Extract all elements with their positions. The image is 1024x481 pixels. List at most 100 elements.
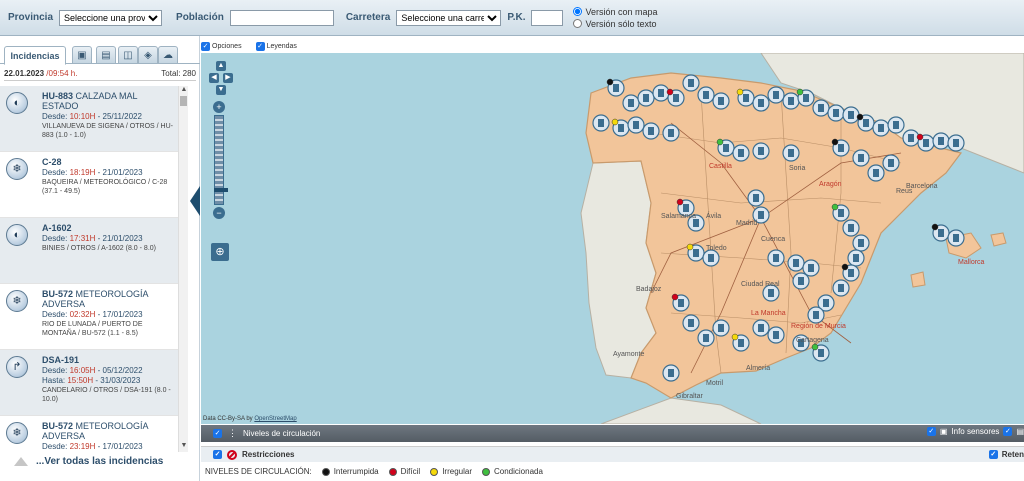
pan-down-icon[interactable]: ▼ xyxy=(216,85,226,95)
tab-book[interactable]: ◫ xyxy=(118,46,138,64)
tab-incidencias[interactable]: Incidencias xyxy=(4,46,66,65)
incident-marker-icon[interactable] xyxy=(811,343,830,362)
retenciones-checkbox[interactable]: ✓ xyxy=(988,450,998,459)
incident-marker-icon[interactable] xyxy=(782,144,800,162)
incident-marker-icon[interactable] xyxy=(637,89,655,107)
incident-marker-icon[interactable] xyxy=(662,124,680,142)
pan-right-icon[interactable]: ▶ xyxy=(223,73,233,83)
incident-marker-icon[interactable] xyxy=(932,132,950,150)
incident-marker-icon[interactable] xyxy=(622,94,640,112)
see-all-link[interactable]: ...Ver todas las incidencias xyxy=(14,456,163,467)
incident-marker-icon[interactable] xyxy=(671,293,690,312)
incident-marker-icon[interactable] xyxy=(712,92,730,110)
incident-marker-icon[interactable] xyxy=(736,88,755,107)
incident-marker-icon[interactable] xyxy=(642,122,660,140)
incident-item[interactable]: ◐ A-1602 Desde: 17:31H - 21/01/2023 BINIES… xyxy=(0,218,178,284)
incident-marker-icon[interactable] xyxy=(752,142,770,160)
incident-item[interactable]: ◐ HU-883 CALZADA MAL ESTADO Desde: 10:10H … xyxy=(0,86,178,152)
incident-marker-icon[interactable] xyxy=(841,263,860,282)
incident-marker-icon[interactable] xyxy=(856,113,875,132)
incident-item[interactable]: ❄ BU-572 METEOROLOGÍA ADVERSA Desde: 02:32… xyxy=(0,284,178,350)
incident-marker-icon[interactable] xyxy=(697,329,715,347)
incident-marker-icon[interactable] xyxy=(947,134,965,152)
incident-item[interactable]: ↱ DSA-191 Desde: 16:05H - 05/12/2022 Hasta… xyxy=(0,350,178,416)
poblacion-input[interactable] xyxy=(229,9,334,26)
zoom-in-icon[interactable]: + xyxy=(213,101,225,113)
incident-marker-icon[interactable] xyxy=(611,118,630,137)
incident-marker-icon[interactable] xyxy=(606,78,625,97)
incident-marker-icon[interactable] xyxy=(686,243,705,262)
incident-item[interactable]: ❄ C-28 Desde: 18:19H - 21/01/2023 BAQUEIRA… xyxy=(0,152,178,218)
incident-marker-icon[interactable] xyxy=(852,149,870,167)
carretera-select[interactable]: Seleccione una carretera xyxy=(396,9,502,26)
zoom-box-magnifier-icon[interactable]: ⊕ xyxy=(211,243,229,261)
incident-marker-icon[interactable] xyxy=(662,364,680,382)
incident-marker-icon[interactable] xyxy=(712,319,730,337)
pan-left-icon[interactable]: ◀ xyxy=(209,73,219,83)
zoom-out-icon[interactable]: − xyxy=(213,207,225,219)
incident-marker-icon[interactable] xyxy=(902,129,920,147)
incident-marker-icon[interactable] xyxy=(802,259,820,277)
pan-up-icon[interactable]: ▲ xyxy=(216,61,226,71)
incident-marker-icon[interactable] xyxy=(887,116,905,134)
incident-marker-icon[interactable] xyxy=(827,104,845,122)
incident-marker-icon[interactable] xyxy=(947,229,965,247)
incident-marker-icon[interactable] xyxy=(682,74,700,92)
incident-marker-icon[interactable] xyxy=(697,86,715,104)
incident-marker-icon[interactable] xyxy=(842,106,860,124)
incident-marker-icon[interactable] xyxy=(931,223,950,242)
incident-marker-icon[interactable] xyxy=(867,164,885,182)
openstreetmap-link[interactable]: OpenStreetMap xyxy=(254,416,296,422)
incident-marker-icon[interactable] xyxy=(916,133,935,152)
scroll-down-icon[interactable]: ▼ xyxy=(179,442,189,452)
collapse-panel-arrow-icon[interactable] xyxy=(190,186,200,216)
incident-marker-icon[interactable] xyxy=(767,326,785,344)
incident-marker-icon[interactable] xyxy=(627,116,645,134)
incident-marker-icon[interactable] xyxy=(807,306,825,324)
incident-marker-icon[interactable] xyxy=(592,114,610,132)
radio-map-input[interactable] xyxy=(573,7,583,16)
tab-panels[interactable]: ▤ xyxy=(96,46,116,64)
provincia-select[interactable]: Seleccione una provincia xyxy=(59,9,163,26)
incident-marker-icon[interactable] xyxy=(842,219,860,237)
niveles-checkbox[interactable]: ✓ xyxy=(213,429,222,438)
tab-cameras[interactable]: ▣ xyxy=(72,46,92,64)
incident-marker-icon[interactable] xyxy=(831,203,850,222)
map-view[interactable]: ▲ ◀ ▶ ▼ + − ⊕ Salamanca Ávila Toledo Cuenca… xyxy=(201,53,1024,424)
scroll-up-icon[interactable]: ▲ xyxy=(179,86,189,96)
zoom-track[interactable] xyxy=(214,115,228,205)
incident-marker-icon[interactable] xyxy=(831,138,850,157)
incident-marker-icon[interactable] xyxy=(792,272,810,290)
panels-checkbox[interactable]: ✓ xyxy=(1003,427,1013,436)
incident-marker-icon[interactable] xyxy=(832,279,850,297)
incident-list-scrollbar[interactable]: ▲ ▼ xyxy=(178,86,188,452)
incident-marker-icon[interactable] xyxy=(767,249,785,267)
scrollbar-thumb[interactable] xyxy=(180,96,187,106)
incident-marker-icon[interactable] xyxy=(852,234,870,252)
incident-marker-icon[interactable] xyxy=(847,249,865,267)
incident-marker-icon[interactable] xyxy=(652,84,670,102)
incident-marker-icon[interactable] xyxy=(752,94,770,112)
incident-marker-icon[interactable] xyxy=(787,254,805,272)
incident-marker-icon[interactable] xyxy=(752,319,770,337)
incident-marker-icon[interactable] xyxy=(732,144,750,162)
incident-marker-icon[interactable] xyxy=(872,119,890,137)
incident-marker-icon[interactable] xyxy=(767,86,785,104)
incident-marker-icon[interactable] xyxy=(702,249,720,267)
restricciones-checkbox[interactable]: ✓ xyxy=(213,450,222,459)
info-sensores-checkbox[interactable]: ✓ xyxy=(926,427,936,436)
tab-sensors[interactable]: ◈ xyxy=(138,46,158,64)
incident-item[interactable]: ❄ BU-572 METEOROLOGÍA ADVERSA Desde: 23:19… xyxy=(0,416,178,452)
tab-weather[interactable]: ☁ xyxy=(158,46,178,64)
incident-marker-icon[interactable] xyxy=(882,154,900,172)
incident-marker-icon[interactable] xyxy=(666,88,685,107)
incident-marker-icon[interactable] xyxy=(731,333,750,352)
legends-checkbox[interactable]: ✓ Leyendas xyxy=(255,40,297,53)
options-checkbox[interactable]: ✓ Opciones xyxy=(201,40,242,53)
incident-marker-icon[interactable] xyxy=(796,88,815,107)
incident-marker-icon[interactable] xyxy=(747,189,765,207)
zoom-handle[interactable] xyxy=(214,188,228,192)
radio-text-input[interactable] xyxy=(573,19,583,28)
pk-input[interactable] xyxy=(531,9,564,26)
incident-marker-icon[interactable] xyxy=(682,314,700,332)
